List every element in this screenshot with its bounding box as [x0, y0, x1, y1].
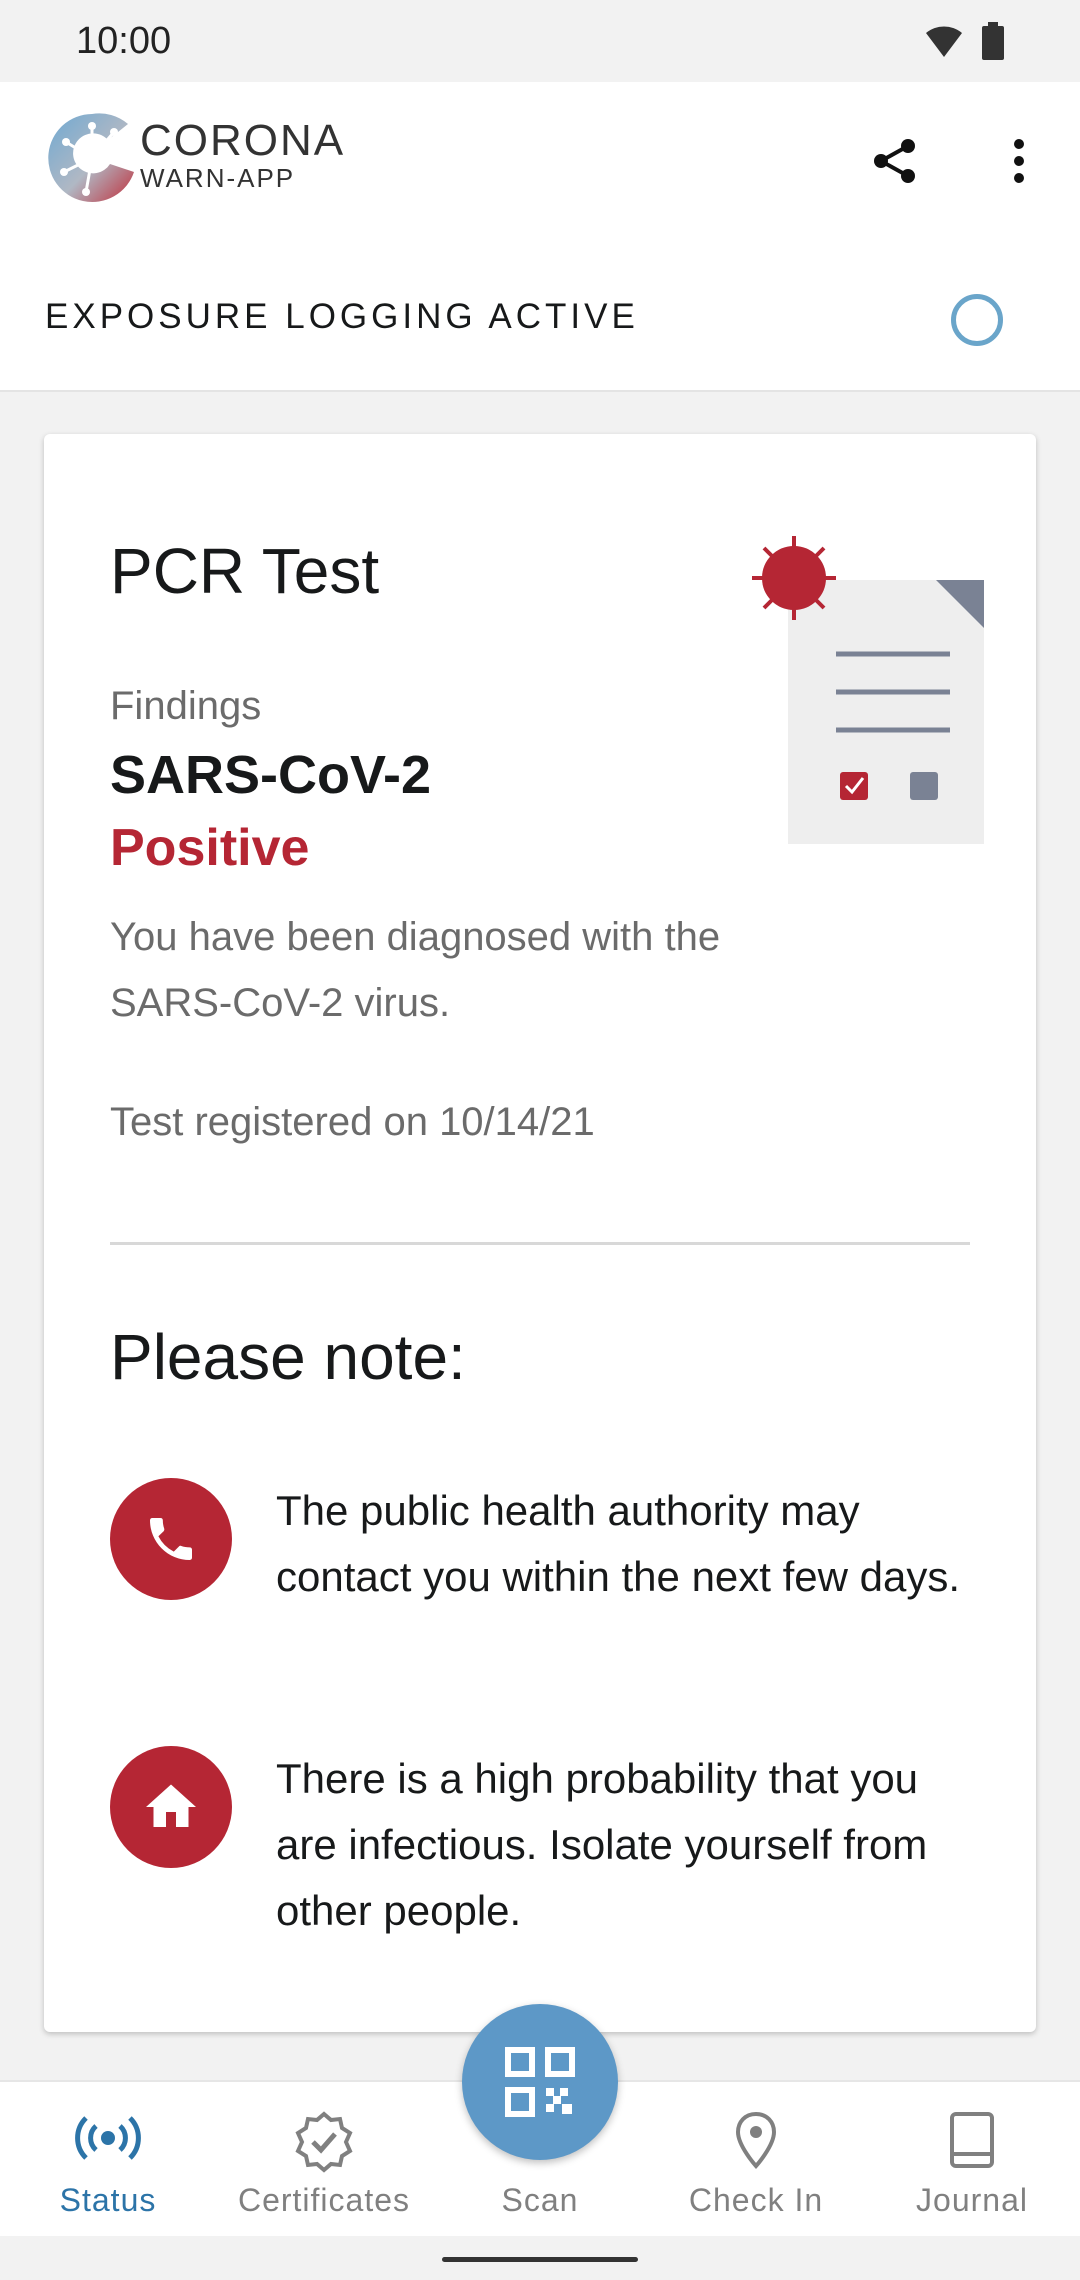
- nav-item-check-in[interactable]: Check In: [648, 2082, 864, 2238]
- system-navigation-bar: [0, 2236, 1080, 2280]
- test-result-status: Positive: [110, 819, 310, 877]
- location-pin-icon: [735, 2111, 777, 2169]
- diagnosis-description: You have been diagnosed with the SARS-Co…: [110, 915, 721, 1025]
- test-document-virus-illustration: [752, 536, 984, 844]
- virus-name: SARS-CoV-2: [110, 745, 432, 805]
- exposure-radar-icon: [75, 2116, 141, 2160]
- please-note-heading: Please note:: [110, 1321, 466, 1393]
- note-text: The public health authority may contact …: [276, 1487, 961, 1600]
- note-text: There is a high probability that you are…: [276, 1755, 928, 1934]
- exposure-status-ring-icon: [951, 294, 1003, 346]
- share-icon[interactable]: [866, 132, 924, 190]
- app-brand: CORONA WARN-APP: [140, 116, 346, 194]
- status-icons: [924, 22, 1004, 60]
- findings-label: Findings: [110, 684, 262, 728]
- brand-line1: CORONA: [140, 116, 346, 165]
- nav-label-check-in: Check In: [688, 2182, 824, 2218]
- certificate-badge-icon: [295, 2111, 353, 2173]
- test-title: PCR Test: [110, 535, 380, 607]
- corona-warn-app-logo: [48, 113, 134, 202]
- battery-icon: [982, 22, 1004, 60]
- divider: [110, 1242, 970, 1245]
- nav-item-status[interactable]: Status: [0, 2082, 216, 2238]
- exposure-logging-label: EXPOSURE LOGGING ACTIVE: [45, 297, 639, 336]
- status-bar: 10:00: [0, 0, 1080, 82]
- home-gesture-handle[interactable]: [442, 2257, 638, 2262]
- scan-fab-button[interactable]: [462, 2004, 618, 2160]
- nav-label-scan: Scan: [501, 2182, 579, 2218]
- nav-item-certificates[interactable]: Certificates: [216, 2082, 432, 2238]
- more-options-icon[interactable]: [995, 132, 1043, 190]
- nav-label-status: Status: [59, 2182, 157, 2218]
- nav-label-certificates: Certificates: [237, 2182, 411, 2218]
- test-result-card[interactable]: PCR Test Findings SARS-CoV-2 Positive Yo…: [44, 434, 1036, 2032]
- brand-line2: WARN-APP: [140, 163, 296, 193]
- app-bar: CORONA WARN-APP: [0, 82, 1080, 250]
- phone-icon: [110, 1478, 232, 1600]
- test-registered-date: Test registered on 10/14/21: [110, 1100, 595, 1144]
- nav-item-journal[interactable]: Journal: [864, 2082, 1080, 2238]
- status-time: 10:00: [76, 20, 172, 62]
- wifi-icon: [926, 26, 962, 57]
- nav-label-journal: Journal: [916, 2182, 1028, 2218]
- qr-code-icon: [505, 2047, 575, 2117]
- exposure-logging-row[interactable]: EXPOSURE LOGGING ACTIVE: [0, 250, 1080, 392]
- journal-book-icon: [950, 2112, 994, 2168]
- home-icon: [110, 1746, 232, 1868]
